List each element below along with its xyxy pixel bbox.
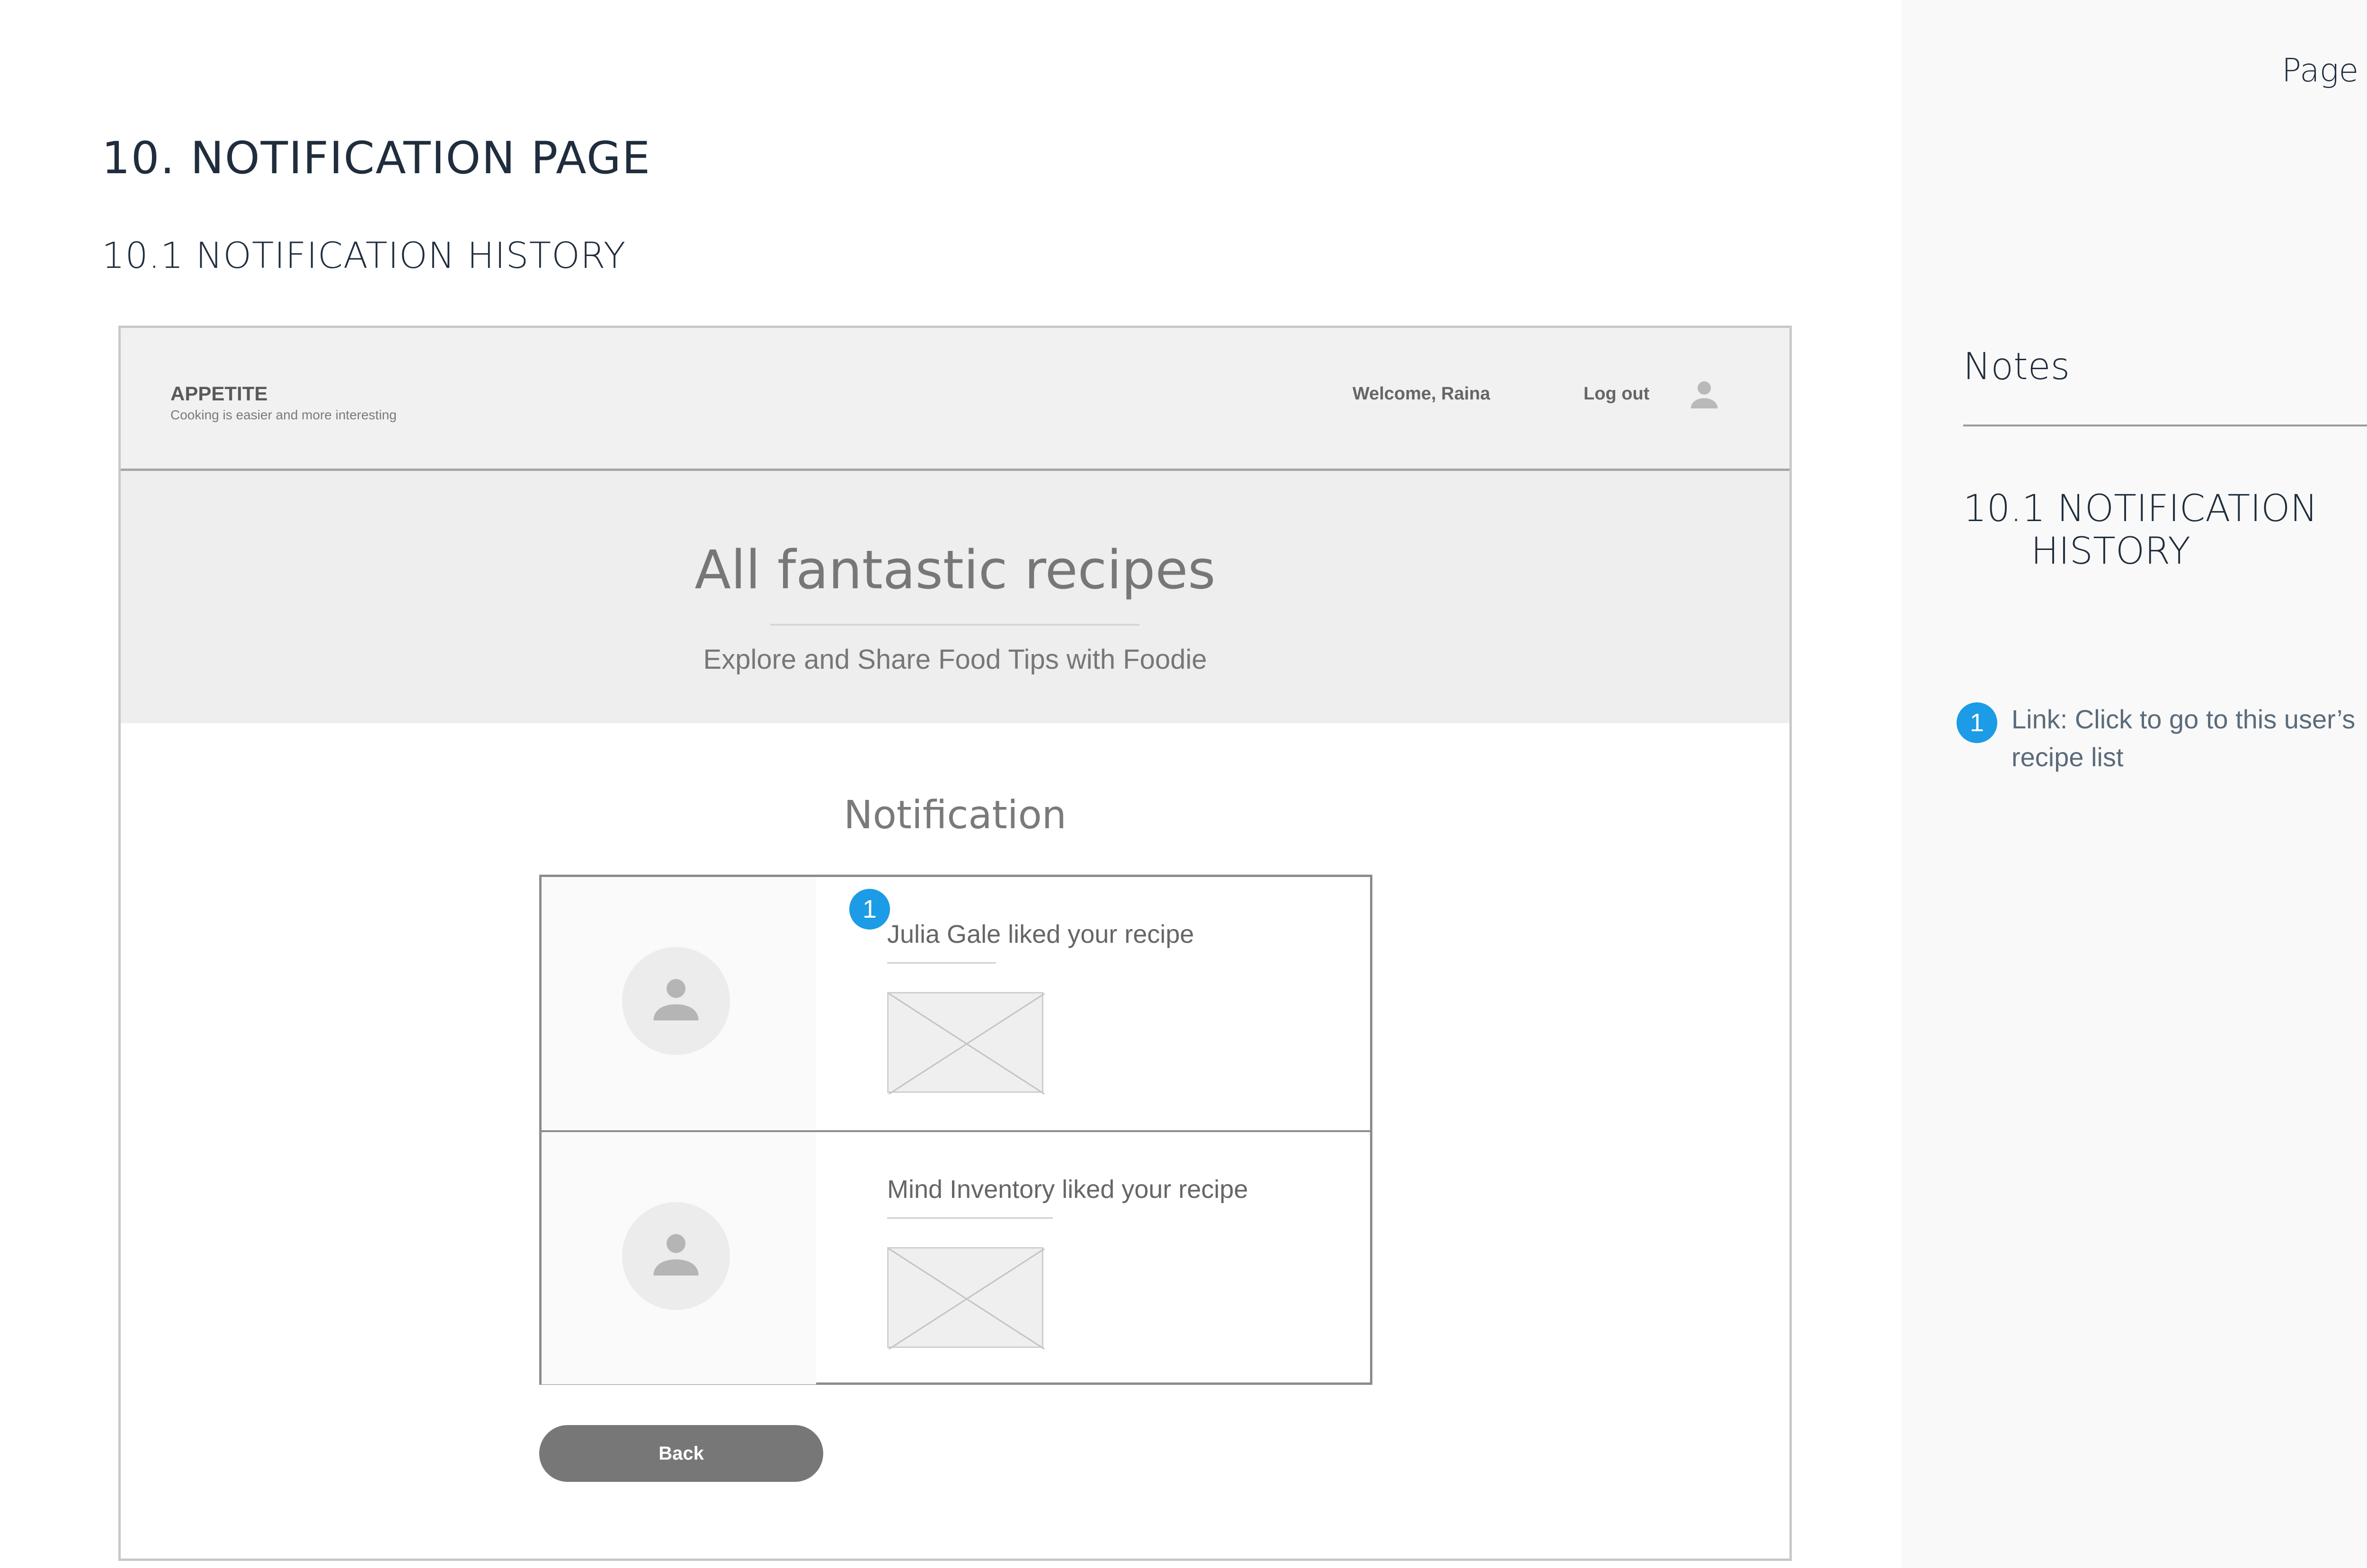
person-icon: [653, 979, 699, 1020]
person-icon: [653, 1234, 699, 1276]
note-badge: 1: [1957, 702, 1997, 743]
logout-link[interactable]: Log out: [1584, 384, 1649, 404]
notification-item[interactable]: Mind Inventory liked your recipe: [542, 1130, 1370, 1384]
avatar-column: [542, 1132, 816, 1384]
annotation-marker: 1: [849, 889, 890, 930]
hero-title: All fantastic recipes: [694, 540, 1216, 601]
page-number: Page 14: [2282, 52, 2367, 89]
user-icon[interactable]: [1685, 375, 1723, 413]
notes-divider: [1963, 425, 2367, 426]
brand-logo[interactable]: APPETITE: [170, 382, 267, 405]
notes-panel: [1902, 0, 2367, 1568]
notification-text[interactable]: Mind Inventory liked your recipe: [887, 1175, 1248, 1204]
brand-tagline: Cooking is easier and more interesting: [170, 408, 397, 422]
recipe-image-placeholder: [887, 992, 1045, 1094]
hero-divider: [770, 624, 1139, 626]
avatar[interactable]: [622, 947, 730, 1055]
app-header: APPETITE Cooking is easier and more inte…: [121, 328, 1789, 471]
note-text: Link: Click to go to this user’s recipe …: [2011, 704, 2356, 772]
notes-section-line2: HISTORY: [2031, 530, 2191, 573]
notification-text[interactable]: Julia Gale liked your recipe: [887, 920, 1194, 949]
avatar[interactable]: [622, 1202, 730, 1310]
document-subtitle: 10.1 NOTIFICATION HISTORY: [102, 234, 626, 276]
notification-list: Julia Gale liked your recipe 1 Mind Inve…: [539, 875, 1372, 1385]
wireframe-frame: APPETITE Cooking is easier and more inte…: [118, 326, 1792, 1561]
notification-item[interactable]: Julia Gale liked your recipe 1: [542, 877, 1370, 1129]
document-title: 10. NOTIFICATION PAGE: [102, 133, 651, 184]
link-underline: [887, 962, 996, 964]
annotation-badge: 1: [849, 889, 890, 930]
back-button[interactable]: Back: [539, 1425, 823, 1482]
notes-section-title: 10.1 NOTIFICATION HISTORY: [1963, 487, 2318, 573]
recipe-image-placeholder: [887, 1247, 1045, 1349]
notification-heading: Notification: [844, 793, 1067, 838]
hero-subtitle: Explore and Share Food Tips with Foodie: [703, 644, 1207, 675]
avatar-column: [542, 877, 816, 1129]
notes-section-line1: 10.1 NOTIFICATION: [1963, 487, 2318, 530]
hero-banner: All fantastic recipes Explore and Share …: [121, 471, 1789, 723]
notes-title: Notes: [1963, 345, 2070, 388]
welcome-text: Welcome, Raina: [1353, 384, 1490, 404]
link-underline: [887, 1217, 1053, 1219]
